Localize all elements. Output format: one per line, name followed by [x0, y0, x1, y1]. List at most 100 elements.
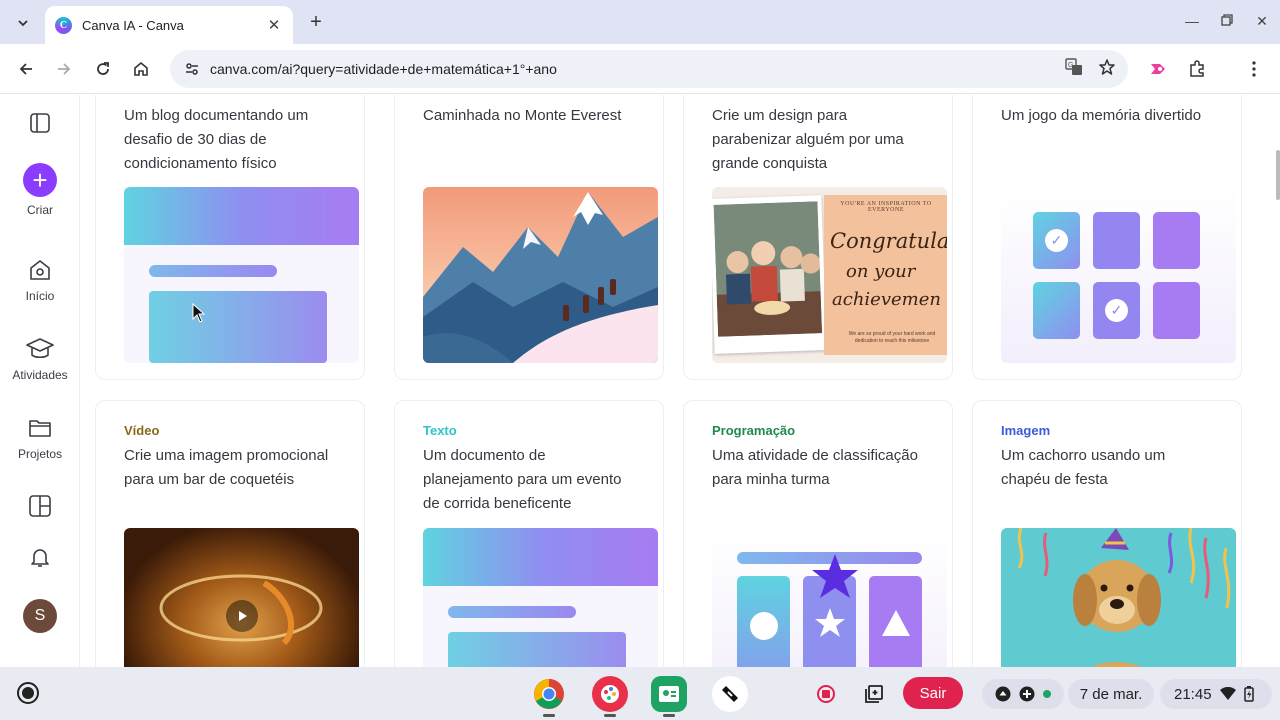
suggestion-card[interactable]: Texto Um documento de planejamento para … [394, 400, 664, 667]
sign-out-button[interactable]: Sair [903, 677, 963, 709]
sidebar-item-label: Início [25, 289, 55, 303]
restore-window-icon [1221, 14, 1233, 26]
triangle-shape [882, 610, 910, 636]
capture-icon[interactable] [856, 676, 892, 712]
close-window-button[interactable]: ✕ [1247, 8, 1277, 34]
sidebar-toggle[interactable] [0, 112, 80, 134]
card-thumbnail-sorting [712, 528, 947, 667]
home-icon [134, 61, 148, 76]
date-display[interactable]: 7 de mar. [1068, 679, 1154, 709]
browser-tab[interactable]: C Canva IA - Canva ✕ [45, 6, 293, 44]
star-icon [815, 608, 845, 637]
congrats-top-text: YOU'RE AN INSPIRATION TO EVERYONE [840, 201, 932, 213]
sidebar-item-account[interactable]: S [0, 599, 80, 633]
clock-time: 21:45 [1174, 685, 1212, 703]
dragged-star-icon[interactable] [809, 552, 861, 602]
card-tag-text: Texto [423, 423, 457, 438]
site-info-icon[interactable] [174, 61, 210, 77]
card-thumbnail-document [124, 187, 359, 363]
sidebar-item-apps[interactable] [0, 494, 80, 518]
arrow-left-icon [19, 63, 32, 75]
card-thumbnail-cocktail [124, 528, 359, 667]
suggestion-card[interactable]: Programação Uma atividade de classificaç… [683, 400, 953, 667]
sidebar-item-atividades[interactable]: Atividades [0, 336, 80, 382]
tab-title: Canva IA - Canva [82, 17, 184, 33]
launcher-icon[interactable] [17, 682, 39, 704]
congrats-script-3: achievemen [832, 289, 941, 310]
photo-frame [712, 195, 827, 354]
congrats-script-2: on your [846, 261, 916, 282]
suggestion-card[interactable]: Um blog documentando um desafio de 30 di… [95, 95, 365, 380]
plus-circle-icon [1019, 686, 1035, 702]
status-tray[interactable] [982, 679, 1064, 709]
card-text: Um documento de planejamento para um eve… [423, 447, 622, 512]
minimize-button[interactable]: — [1177, 8, 1207, 34]
bookmark-star-icon[interactable] [1098, 58, 1116, 81]
screen-record-icon[interactable] [808, 676, 844, 712]
svg-text:G: G [1068, 62, 1073, 69]
extensions-button[interactable] [1184, 56, 1210, 82]
canva-sidebar: + Criar Início Atividades Projetos S [0, 95, 80, 667]
close-tab-icon[interactable]: ✕ [265, 16, 283, 34]
address-bar[interactable]: canva.com/ai?query=atividade+de+matemáti… [170, 50, 1128, 88]
classroom-app-icon[interactable] [651, 676, 687, 717]
suggestion-card[interactable]: Crie um design para parabenizar alguém p… [683, 95, 953, 380]
maximize-button[interactable] [1212, 8, 1242, 34]
card-text: Uma atividade de classificação para minh… [712, 447, 918, 488]
sidebar-item-label: Projetos [17, 447, 63, 461]
more-vertical-icon [1252, 61, 1256, 77]
os-shelf: Sair 7 de mar. 21:45 [0, 667, 1280, 720]
system-tray[interactable]: 21:45 [1160, 679, 1272, 709]
back-button[interactable] [13, 56, 39, 82]
home-button[interactable] [128, 56, 154, 82]
card-text: Caminhada no Monte Everest [423, 107, 622, 124]
arrow-right-icon [58, 63, 71, 75]
sidebar-item-notifications[interactable] [0, 545, 80, 569]
suggestion-card[interactable]: Imagem Um cachorro usando um chapéu de f… [972, 400, 1242, 667]
battery-icon [1243, 686, 1254, 702]
card-thumbnail-mountain [423, 187, 658, 363]
apps-icon [29, 495, 51, 517]
tab-search-button[interactable] [10, 10, 36, 36]
screencast-app-icon[interactable] [712, 676, 748, 712]
main-content: Um blog documentando um desafio de 30 di… [80, 95, 1280, 667]
url-text: canva.com/ai?query=atividade+de+matemáti… [210, 61, 557, 77]
suggestion-card[interactable]: Caminhada no Monte Everest [394, 95, 664, 380]
extension-button[interactable] [1145, 56, 1171, 82]
congrats-card-panel: YOU'RE AN INSPIRATION TO EVERYONE Congra… [824, 195, 947, 355]
suggestion-card[interactable]: Um jogo da memória divertido ✓ ✓ [972, 95, 1242, 380]
congrats-script-1: Congratulat [830, 229, 947, 253]
pink-extension-icon [1151, 64, 1165, 74]
sidebar-item-projetos[interactable]: Projetos [0, 415, 80, 461]
card-thumbnail-memory-game: ✓ ✓ [1001, 187, 1236, 363]
congrats-bottom-text: We are so proud of your hard work and de… [848, 331, 936, 344]
sidebar-item-label: Atividades [12, 368, 68, 382]
translate-icon[interactable]: G [1064, 57, 1084, 82]
check-icon: ✓ [1105, 299, 1128, 322]
check-icon: ✓ [1045, 229, 1068, 252]
puzzle-icon [1190, 60, 1204, 77]
chrome-app-icon[interactable] [531, 676, 567, 717]
plus-icon: + [23, 163, 57, 197]
browser-toolbar: canva.com/ai?query=atividade+de+matemáti… [0, 44, 1280, 94]
reload-icon [97, 62, 109, 75]
reload-button[interactable] [90, 56, 116, 82]
sidebar-item-inicio[interactable]: Início [0, 257, 80, 303]
tab-strip: C Canva IA - Canva ✕ + — ✕ [0, 0, 1280, 44]
card-text: Um jogo da memória divertido [1001, 107, 1202, 124]
play-icon[interactable] [226, 600, 258, 632]
mouse-cursor-icon [192, 303, 206, 323]
sidebar-item-label: Criar [27, 203, 53, 217]
sidebar-item-criar[interactable]: + Criar [0, 163, 80, 217]
page-scrollbar[interactable] [1276, 150, 1280, 200]
card-tag-video: Vídeo [124, 423, 160, 438]
card-text: Crie um design para parabenizar alguém p… [712, 107, 904, 172]
browser-menu-button[interactable] [1241, 56, 1267, 82]
suggestion-card[interactable]: Vídeo Crie uma imagem promocional para u… [95, 400, 365, 667]
graduation-cap-icon [26, 338, 54, 359]
group-photo-image [713, 201, 823, 337]
avatar: S [23, 599, 57, 633]
forward-button[interactable] [51, 56, 77, 82]
new-tab-button[interactable]: + [305, 11, 327, 33]
canva-app-icon[interactable] [592, 676, 628, 717]
